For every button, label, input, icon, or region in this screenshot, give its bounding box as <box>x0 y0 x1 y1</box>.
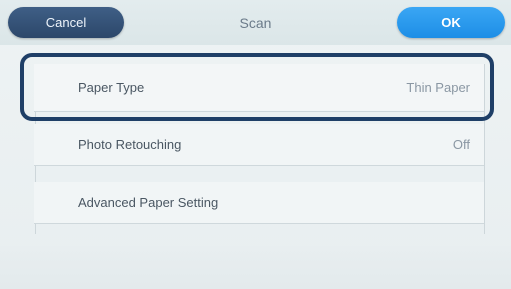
settings-screen: Cancel Scan OK Paper Type Thin Paper Pho… <box>0 0 511 289</box>
bottom-area <box>0 246 511 289</box>
setting-label: Photo Retouching <box>78 137 182 152</box>
top-bar: Cancel Scan OK <box>0 0 511 45</box>
setting-value: Off <box>452 137 470 152</box>
ok-button[interactable]: OK <box>397 7 505 38</box>
setting-row-photo-retouching[interactable]: Photo Retouching Off <box>34 124 484 166</box>
cancel-button[interactable]: Cancel <box>8 7 124 38</box>
setting-label: Paper Type <box>78 80 145 95</box>
setting-value: Thin Paper <box>406 80 470 95</box>
setting-row-paper-type[interactable]: Paper Type Thin Paper <box>34 64 484 112</box>
setting-row-advanced-paper-setting[interactable]: Advanced Paper Setting <box>34 182 484 224</box>
setting-label: Advanced Paper Setting <box>78 195 219 210</box>
